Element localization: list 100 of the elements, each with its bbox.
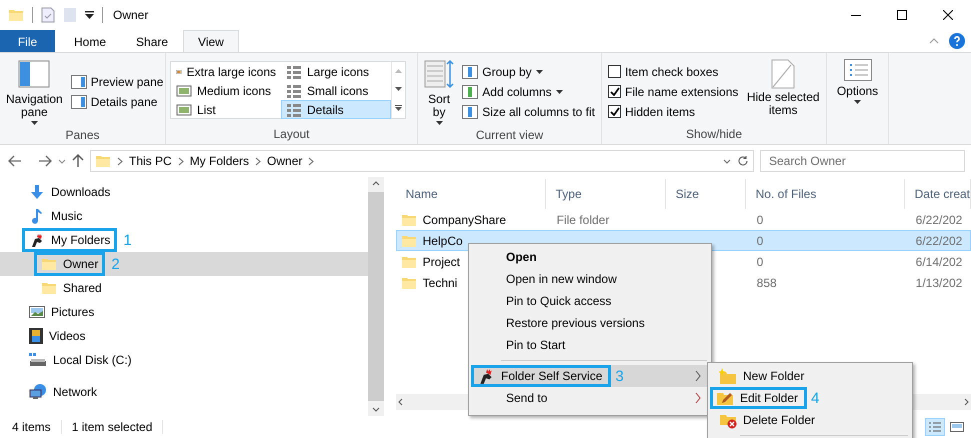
file-name[interactable]: HelpCo xyxy=(422,234,463,248)
checkbox-option[interactable]: File name extensions xyxy=(606,84,740,100)
layout-option[interactable]: Large icons xyxy=(281,62,391,81)
down-arrow-icon xyxy=(29,184,45,200)
column-header[interactable]: Size xyxy=(666,179,746,209)
drive-icon xyxy=(29,353,47,367)
table-cell: 6/14/202 xyxy=(916,254,962,268)
vertical-scrollbar[interactable] xyxy=(368,177,384,416)
options-icon xyxy=(844,59,872,83)
breadcrumb[interactable]: Owner xyxy=(267,154,302,168)
tree-item[interactable]: Videos xyxy=(49,329,86,343)
checkbox-option[interactable]: Hidden items xyxy=(606,104,740,120)
scroll-left-icon[interactable] xyxy=(398,398,403,406)
menu-item[interactable]: Pin to Start xyxy=(471,334,709,356)
table-cell: 6/22/202 xyxy=(916,234,962,248)
table-cell: 0 xyxy=(756,212,764,226)
step-number: 2 xyxy=(111,256,120,272)
sort-by-button[interactable]: Sort by xyxy=(422,57,456,127)
menu-item[interactable]: Delete Folder xyxy=(710,409,910,431)
view-icon xyxy=(286,102,302,116)
ribbon-tab[interactable]: Share xyxy=(121,30,184,52)
menu-item[interactable]: Edit Folder 4 xyxy=(710,387,910,409)
scroll-down-icon[interactable] xyxy=(395,87,402,91)
folder-icon xyxy=(41,256,57,272)
column-header[interactable]: Name xyxy=(396,179,546,209)
menu-item[interactable]: New Folder xyxy=(710,365,910,387)
back-icon[interactable] xyxy=(8,155,22,167)
scroll-right-icon[interactable] xyxy=(964,398,969,406)
column-header[interactable]: No. of Files xyxy=(746,179,905,209)
ribbon-tab[interactable]: Home xyxy=(59,30,122,52)
file-name[interactable]: Project xyxy=(422,254,460,268)
up-icon[interactable] xyxy=(72,154,84,168)
menu-item[interactable]: Pin to Quick access xyxy=(471,290,709,312)
address-bar[interactable]: This PC My Folders Owner xyxy=(90,150,754,172)
tree-item[interactable]: Pictures xyxy=(51,305,94,319)
layout-option[interactable]: Details xyxy=(281,100,391,119)
group-label: Current view xyxy=(474,127,544,144)
file-name[interactable]: Techni xyxy=(422,276,458,290)
checkbox[interactable] xyxy=(608,85,621,98)
tree-item[interactable]: Local Disk (C:) xyxy=(53,353,132,367)
file-tab[interactable]: File xyxy=(0,30,55,52)
options-button[interactable]: Options xyxy=(831,57,884,144)
tree-item[interactable]: Network xyxy=(53,385,98,399)
tree-item[interactable]: My Folders xyxy=(51,233,110,247)
menu-item[interactable]: Send to xyxy=(471,387,709,409)
breadcrumb[interactable]: My Folders xyxy=(190,154,250,168)
table-cell: 1/13/202 xyxy=(916,276,962,290)
group-label: Show/hide xyxy=(684,126,744,143)
checkbox[interactable] xyxy=(608,65,621,78)
pane-icon xyxy=(70,95,87,109)
layout-option[interactable]: List xyxy=(171,100,281,119)
layout-option[interactable]: Small icons xyxy=(281,81,391,100)
menu-item[interactable]: Restore previous versions xyxy=(471,312,709,334)
navigation-pane-button[interactable]: Navigation pane xyxy=(4,57,65,127)
ribbon-tab[interactable]: View xyxy=(183,30,239,52)
recent-dropdown-icon[interactable] xyxy=(58,158,66,164)
expand-gallery-icon[interactable] xyxy=(395,105,402,111)
properties-icon[interactable] xyxy=(41,7,55,23)
view-option-button[interactable]: Group by xyxy=(460,64,597,80)
help-icon[interactable] xyxy=(949,33,965,49)
tree-item[interactable]: Owner xyxy=(63,257,98,271)
file-name[interactable]: CompanyShare xyxy=(422,212,506,226)
caret-icon xyxy=(556,90,563,94)
tree-item[interactable]: Shared xyxy=(63,281,102,295)
menu-item[interactable]: Folder Self Service 3 xyxy=(471,365,709,387)
menu-item[interactable]: Open xyxy=(471,246,709,268)
refresh-icon[interactable] xyxy=(737,155,749,167)
layout-option[interactable]: Medium icons xyxy=(171,81,281,100)
dropdown-icon[interactable] xyxy=(85,11,94,19)
tree-item[interactable]: Music xyxy=(51,209,82,223)
details-view-icon xyxy=(928,421,942,433)
collapse-ribbon-icon[interactable] xyxy=(929,38,939,44)
pane-button[interactable]: Details pane xyxy=(68,94,166,110)
checkbox[interactable] xyxy=(608,105,621,118)
details-view-button[interactable] xyxy=(925,418,945,436)
scroll-up-icon[interactable] xyxy=(372,181,380,186)
hide-selected-button[interactable]: Hide selected items xyxy=(744,57,822,126)
view-option-button[interactable]: Add columns xyxy=(460,84,597,100)
folder-icon xyxy=(8,7,24,23)
forward-icon[interactable] xyxy=(38,155,52,167)
column-icon xyxy=(462,105,478,119)
menu-item[interactable]: Open in new window xyxy=(471,268,709,290)
pane-button[interactable]: Preview pane xyxy=(68,74,166,90)
layout-option[interactable]: Extra large icons xyxy=(171,62,281,81)
scroll-down-icon[interactable] xyxy=(372,407,380,412)
breadcrumb[interactable]: This PC xyxy=(129,154,172,168)
caret-icon xyxy=(854,100,861,104)
folder-icon xyxy=(41,280,57,296)
view-icon xyxy=(286,64,302,78)
column-header[interactable]: Type xyxy=(546,179,666,209)
search-field[interactable]: Search Owner xyxy=(760,150,965,172)
table-cell: 858 xyxy=(756,276,777,290)
network-icon xyxy=(29,384,47,400)
tree-item[interactable]: Downloads xyxy=(51,185,110,199)
folder-icon xyxy=(95,153,111,169)
checkbox-option[interactable]: Item check boxes xyxy=(606,64,740,80)
status-text: 1 item selected xyxy=(72,420,164,434)
column-header[interactable]: Date creat xyxy=(904,179,971,209)
view-option-button[interactable]: Size all columns to fit xyxy=(460,104,597,120)
large-icons-view-icon xyxy=(950,421,964,433)
